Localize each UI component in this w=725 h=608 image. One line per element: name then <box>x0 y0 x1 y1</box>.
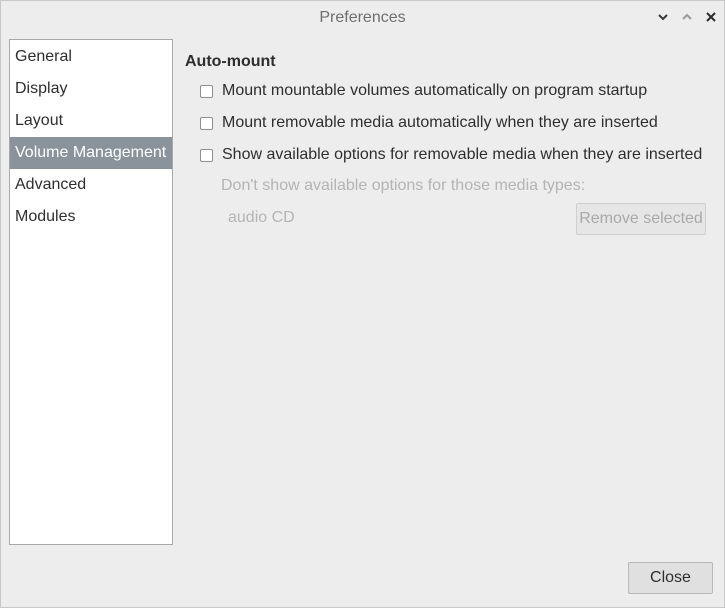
title-bar[interactable]: Preferences <box>1 1 724 35</box>
close-icon <box>706 12 716 22</box>
chevron-down-icon <box>658 14 668 21</box>
mount-on-startup-label[interactable]: Mount mountable volumes automatically on… <box>222 82 647 100</box>
mount-on-startup-checkbox[interactable] <box>200 84 213 98</box>
option-show-available-options[interactable]: Show available options for removable med… <box>200 144 702 166</box>
media-type-list-item[interactable]: audio CD <box>228 209 295 227</box>
minimize-button[interactable] <box>655 9 671 25</box>
close-button[interactable]: Close <box>628 562 713 594</box>
close-window-button[interactable] <box>703 9 719 25</box>
sidebar-item-advanced[interactable]: Advanced <box>10 169 172 201</box>
chevron-up-icon <box>682 13 692 20</box>
show-options-checkbox[interactable] <box>200 148 213 162</box>
option-mount-removable[interactable]: Mount removable media automatically when… <box>200 112 658 134</box>
sidebar-item-volume-management[interactable]: Volume Management <box>10 137 172 169</box>
sidebar-item-layout[interactable]: Layout <box>10 105 172 137</box>
mount-removable-label[interactable]: Mount removable media automatically when… <box>222 114 658 132</box>
maximize-button[interactable] <box>679 9 695 25</box>
section-title-auto-mount: Auto-mount <box>185 53 276 70</box>
mount-removable-checkbox[interactable] <box>200 116 213 130</box>
sidebar-item-modules[interactable]: Modules <box>10 201 172 233</box>
sidebar-item-display[interactable]: Display <box>10 73 172 105</box>
media-types-label: Don't show available options for those m… <box>221 177 586 194</box>
window-title: Preferences <box>319 9 406 26</box>
remove-selected-button[interactable]: Remove selected <box>576 203 706 235</box>
preferences-window: Preferences General Display Layout Volum… <box>0 0 725 608</box>
sidebar-item-general[interactable]: General <box>10 41 172 73</box>
preferences-sidebar: General Display Layout Volume Management… <box>9 39 173 545</box>
show-options-label[interactable]: Show available options for removable med… <box>222 146 702 164</box>
option-mount-on-startup[interactable]: Mount mountable volumes automatically on… <box>200 80 647 102</box>
